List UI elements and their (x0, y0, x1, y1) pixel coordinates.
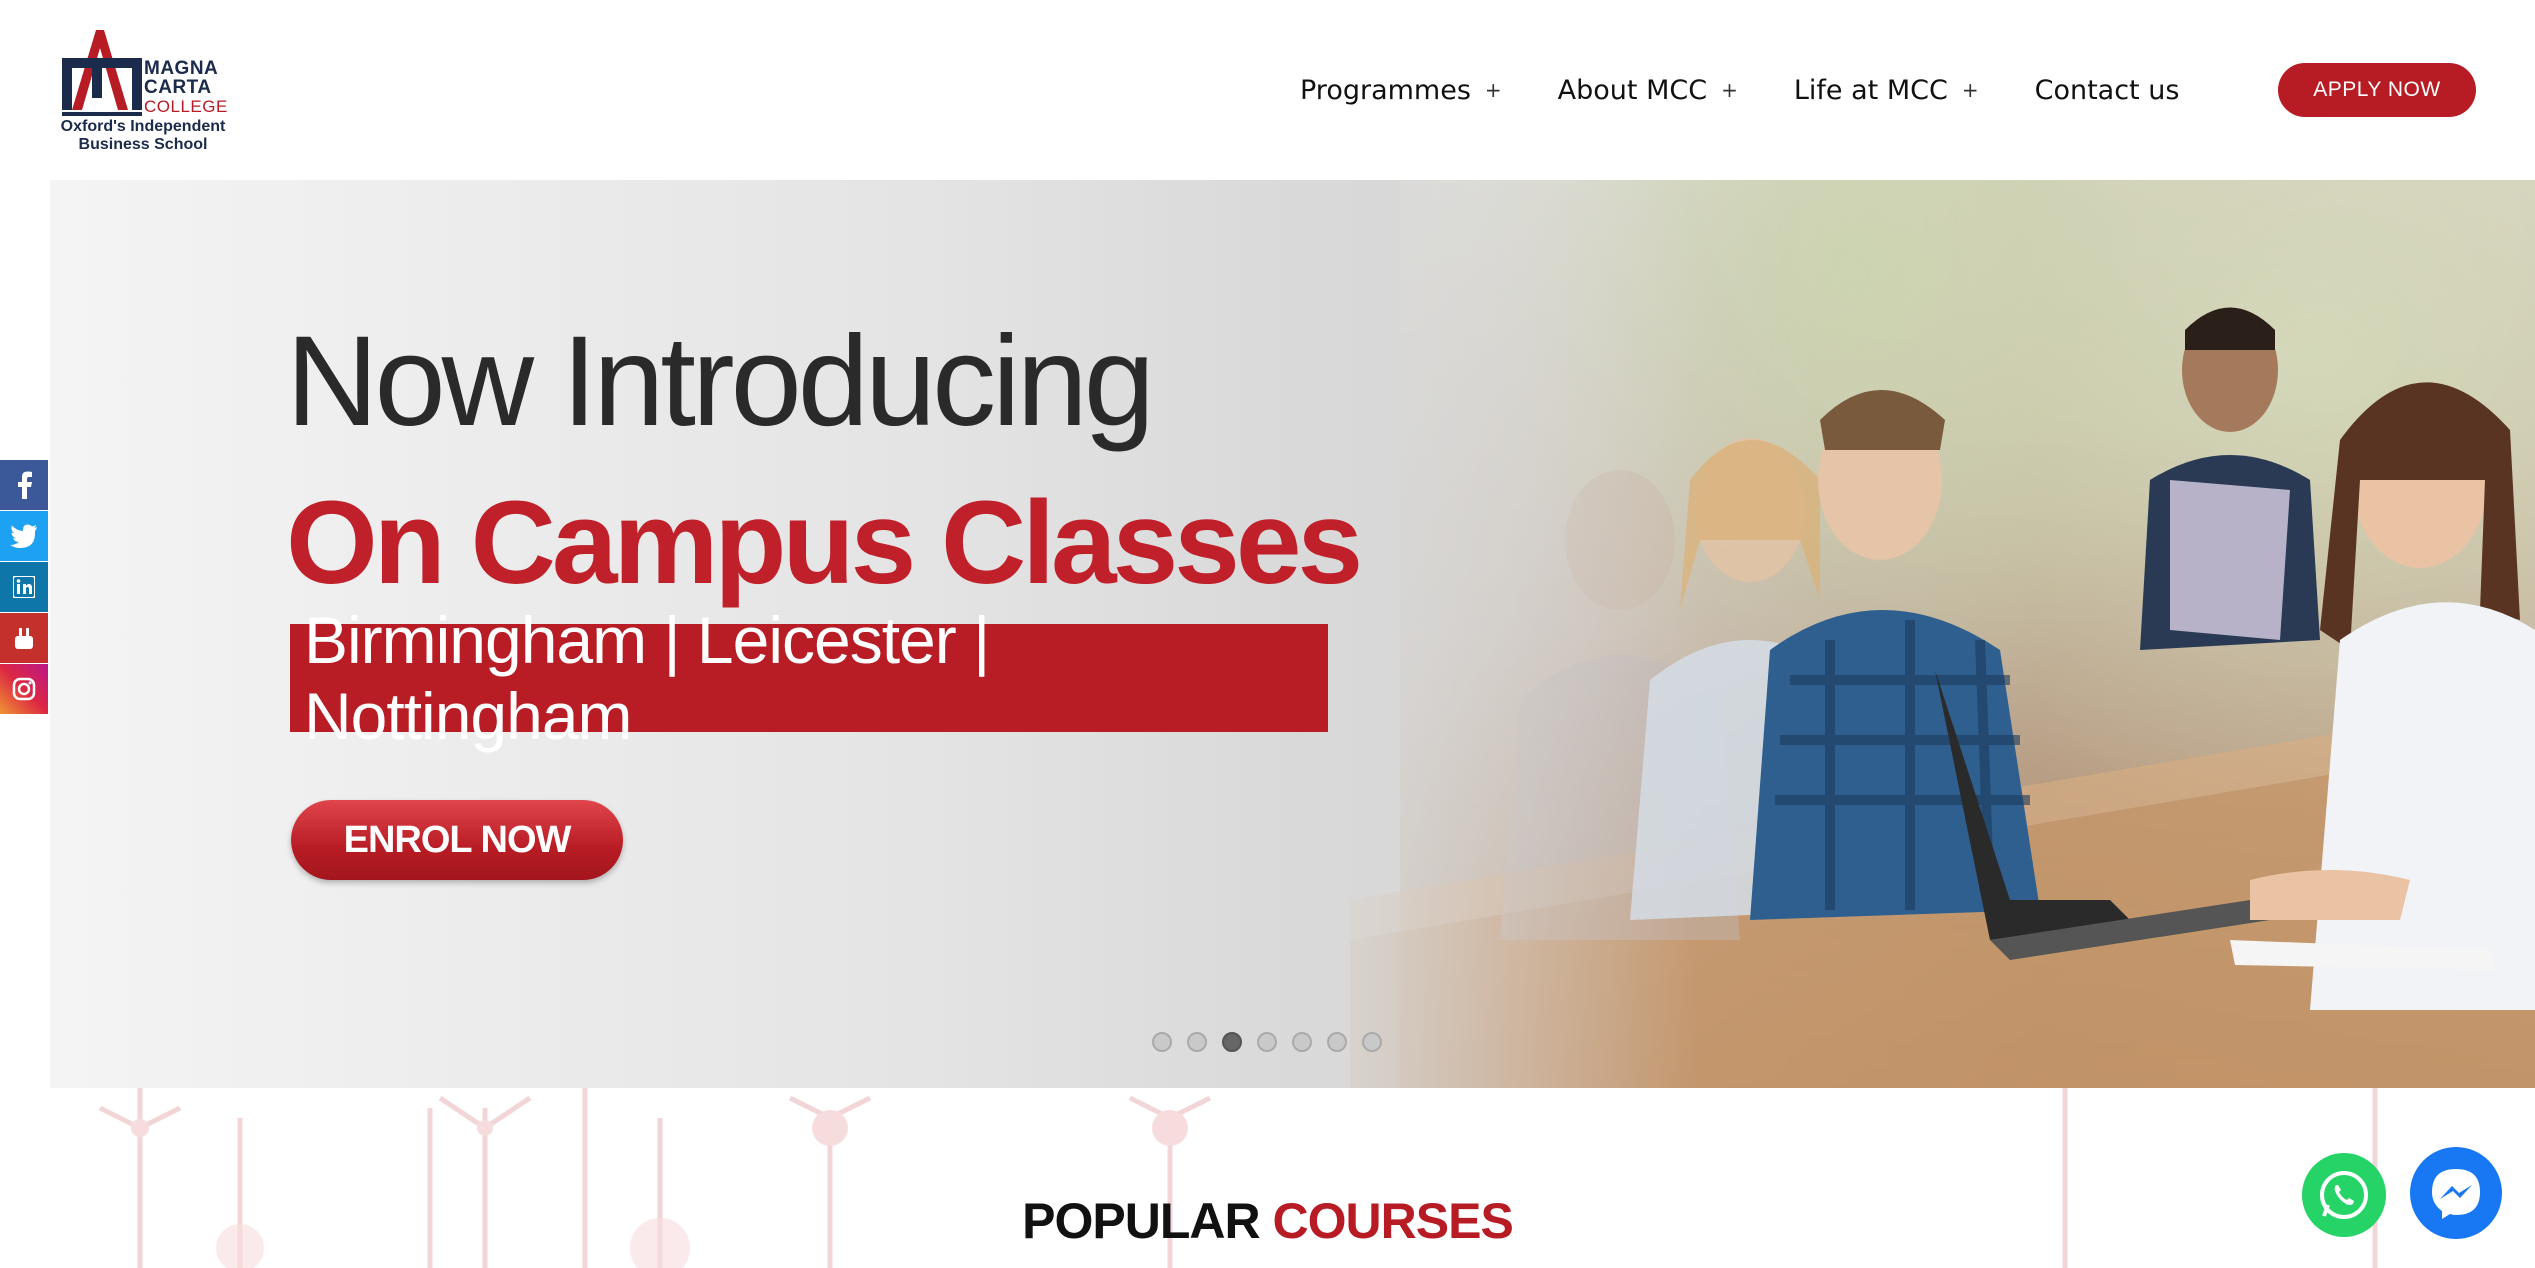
plus-icon: + (1961, 78, 1979, 102)
college-logo[interactable]: MAGNA CARTA COLLEGE Oxford's Independent… (58, 28, 228, 158)
main-nav: Programmes + About MCC + Life at MCC + C… (1300, 70, 2179, 110)
popular-courses-section: POPULAR COURSES (0, 1088, 2535, 1268)
logo-line-1: MAGNA (144, 58, 219, 79)
section-title: POPULAR COURSES (0, 1192, 2535, 1250)
nav-label: Life at MCC (1793, 74, 1948, 106)
nav-item-contact-us[interactable]: Contact us (2035, 75, 2180, 106)
hero-fade-overlay (1300, 180, 1700, 1088)
slider-dot[interactable] (1257, 1032, 1277, 1052)
hero-headline: Now Introducing (286, 310, 1155, 453)
apply-now-button[interactable]: APPLY NOW (2278, 63, 2476, 117)
enrol-now-button[interactable]: ENROL NOW (291, 800, 623, 880)
nav-label: About MCC (1557, 74, 1708, 106)
section-title-part-2: COURSES (1272, 1193, 1514, 1249)
slider-dot-active[interactable] (1222, 1032, 1242, 1052)
hero-locations-banner: Birmingham | Leicester | Nottingham (290, 603, 1328, 753)
plus-icon: + (1484, 78, 1502, 102)
section-title-part-1: POPULAR (1022, 1193, 1260, 1249)
nav-item-programmes[interactable]: Programmes + (1300, 75, 1502, 106)
instagram-icon[interactable] (0, 664, 48, 714)
logo-line-3: COLLEGE (144, 97, 228, 116)
linkedin-icon[interactable] (0, 562, 48, 612)
social-sidebar (0, 460, 48, 715)
slider-dot[interactable] (1362, 1032, 1382, 1052)
slider-dot[interactable] (1292, 1032, 1312, 1052)
logo-tagline: Oxford's Independent Business School (58, 118, 228, 154)
nav-item-about-mcc[interactable]: About MCC + (1558, 75, 1738, 106)
nav-label: Programmes (1300, 74, 1471, 106)
slider-dot[interactable] (1327, 1032, 1347, 1052)
slider-dots (1152, 1032, 1397, 1052)
slider-dot[interactable] (1152, 1032, 1172, 1052)
hero-subheadline: On Campus Classes (286, 477, 1363, 609)
nav-item-life-at-mcc[interactable]: Life at MCC + (1794, 75, 1979, 106)
nav-label: Contact us (2034, 74, 2180, 106)
messenger-icon[interactable] (2410, 1147, 2502, 1239)
logo-tagline-1: Oxford's Independent (60, 118, 226, 135)
logo-wordmark: MAGNA CARTA COLLEGE (144, 59, 228, 116)
logo-tagline-2: Business School (78, 136, 208, 153)
slider-dot[interactable] (1187, 1032, 1207, 1052)
site-header: MAGNA CARTA COLLEGE Oxford's Independent… (0, 0, 2535, 180)
plus-icon: + (1721, 78, 1738, 102)
twitter-icon[interactable] (0, 511, 48, 561)
logo-emblem-icon (62, 30, 142, 116)
whatsapp-icon[interactable] (2302, 1153, 2386, 1237)
hero-slider: Now Introducing On Campus Classes Birmin… (50, 180, 2535, 1088)
logo-line-2: CARTA (144, 77, 212, 98)
facebook-icon[interactable] (0, 460, 48, 510)
youtube-icon[interactable] (0, 613, 48, 663)
